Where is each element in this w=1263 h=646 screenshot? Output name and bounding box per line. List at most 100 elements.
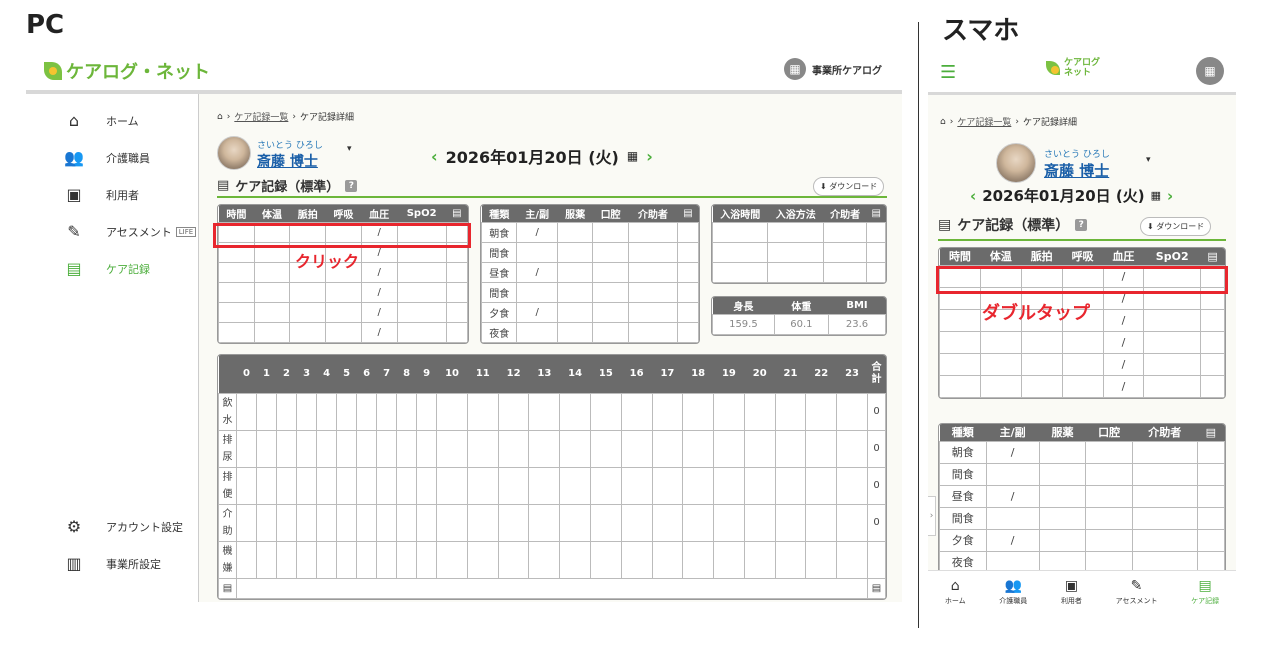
chevron-down-icon[interactable]: ▾: [347, 144, 352, 154]
hourly-cell[interactable]: [774, 392, 807, 431]
hourly-cell[interactable]: [235, 503, 258, 542]
hourly-cell[interactable]: [336, 466, 358, 505]
home-icon[interactable]: ⌂: [217, 112, 223, 122]
hourly-cell[interactable]: [836, 503, 868, 542]
hourly-cell[interactable]: [235, 392, 258, 431]
hourly-cell[interactable]: [436, 392, 468, 431]
hourly-cell[interactable]: [743, 429, 776, 468]
hourly-cell[interactable]: [356, 392, 378, 431]
hourly-cell[interactable]: [620, 466, 653, 505]
download-button[interactable]: ⬇ ダウンロード: [813, 177, 885, 196]
hourly-cell[interactable]: [528, 466, 561, 505]
hourly-cell[interactable]: [528, 429, 561, 468]
hourly-cell[interactable]: [774, 503, 807, 542]
hourly-cell[interactable]: [774, 429, 807, 468]
table-row[interactable]: 間食: [481, 241, 699, 263]
sidebar-item-care-record[interactable]: ▤ ケア記録: [26, 250, 198, 287]
hourly-cell[interactable]: [682, 503, 715, 542]
download-button[interactable]: ⬇ ダウンロード: [1140, 217, 1212, 236]
hourly-cell[interactable]: [235, 429, 258, 468]
chevron-down-icon[interactable]: ▾: [1146, 155, 1151, 165]
hourly-cell[interactable]: [276, 429, 298, 468]
memo-icon[interactable]: ▤: [1197, 424, 1225, 441]
hourly-cell[interactable]: [528, 540, 561, 579]
hourly-cell[interactable]: [396, 503, 418, 542]
table-row[interactable]: [712, 221, 886, 243]
hourly-cell[interactable]: [497, 429, 530, 468]
hourly-cell[interactable]: [497, 540, 530, 579]
table-row[interactable]: 159.5 60.1 23.6: [712, 313, 886, 335]
hourly-cell[interactable]: [620, 392, 653, 431]
hourly-cell[interactable]: [396, 429, 418, 468]
table-row[interactable]: 間食: [481, 281, 699, 303]
hourly-cell[interactable]: [336, 540, 358, 579]
hourly-cell[interactable]: [336, 503, 358, 542]
table-row[interactable]: 夕食 /: [939, 528, 1225, 552]
table-row[interactable]: /: [939, 374, 1225, 398]
sidebar-item-account-settings[interactable]: ⚙ アカウント設定: [26, 508, 198, 545]
memo-icon[interactable]: ▤: [218, 577, 237, 599]
hourly-cell[interactable]: [356, 429, 378, 468]
hourly-cell[interactable]: [774, 466, 807, 505]
sidebar-item-staff[interactable]: 👥 介護職員: [26, 139, 198, 176]
hourly-cell[interactable]: [296, 540, 318, 579]
hourly-cell[interactable]: [436, 503, 468, 542]
side-drawer-handle[interactable]: ›: [928, 496, 936, 536]
table-row[interactable]: /: [218, 301, 468, 323]
sidebar-item-assessment[interactable]: ✎ アセスメント LIFE: [26, 213, 198, 250]
hourly-cell[interactable]: [743, 466, 776, 505]
hourly-cell[interactable]: [316, 466, 338, 505]
hourly-cell[interactable]: [336, 429, 358, 468]
hourly-cell[interactable]: [805, 429, 838, 468]
hourly-cell[interactable]: [497, 503, 530, 542]
table-row[interactable]: 夕食 /: [481, 301, 699, 323]
hourly-cell[interactable]: [416, 466, 438, 505]
table-row[interactable]: 間食: [939, 506, 1225, 530]
table-row[interactable]: 昼食 /: [481, 261, 699, 283]
hourly-cell[interactable]: [713, 466, 745, 505]
hourly-cell[interactable]: [836, 429, 868, 468]
table-row[interactable]: 夜食: [481, 321, 699, 343]
hourly-cell[interactable]: [620, 540, 653, 579]
hourly-cell[interactable]: [396, 392, 418, 431]
hourly-cell[interactable]: [651, 540, 684, 579]
bottom-nav-assessment[interactable]: ✎ アセスメント: [1116, 578, 1158, 606]
hourly-cell[interactable]: [528, 503, 561, 542]
hourly-cell[interactable]: [713, 540, 745, 579]
hourly-cell[interactable]: [743, 540, 776, 579]
hourly-cell[interactable]: [276, 503, 298, 542]
hourly-cell[interactable]: [316, 540, 338, 579]
bottom-nav-staff[interactable]: 👥 介護職員: [999, 578, 1027, 606]
hourly-cell[interactable]: [836, 392, 868, 431]
hourly-cell[interactable]: [376, 540, 398, 579]
hourly-cell[interactable]: [256, 429, 278, 468]
sidebar-item-office-settings[interactable]: ▥ 事業所設定: [26, 545, 198, 582]
hourly-cell[interactable]: [682, 540, 715, 579]
memo-icon[interactable]: ▤: [866, 205, 886, 222]
hourly-cell[interactable]: [528, 392, 561, 431]
hamburger-icon[interactable]: ☰: [940, 62, 956, 83]
hourly-cell[interactable]: [743, 503, 776, 542]
bottom-nav-care-record[interactable]: ▤ ケア記録: [1191, 578, 1219, 606]
hourly-cell[interactable]: [774, 540, 807, 579]
memo-cell[interactable]: [236, 577, 868, 599]
hourly-cell[interactable]: [651, 429, 684, 468]
breadcrumb-link[interactable]: ケア記録一覧: [234, 110, 288, 123]
hourly-cell[interactable]: [316, 429, 338, 468]
hourly-cell[interactable]: [805, 503, 838, 542]
hourly-cell[interactable]: [713, 392, 745, 431]
hourly-cell[interactable]: [376, 466, 398, 505]
hourly-cell[interactable]: [416, 503, 438, 542]
hourly-cell[interactable]: [836, 540, 868, 579]
hourly-cell[interactable]: [376, 503, 398, 542]
table-row[interactable]: 朝食 /: [481, 221, 699, 243]
hourly-cell[interactable]: [356, 503, 378, 542]
person-selector[interactable]: さいとう ひろし 斎藤 博士: [1044, 147, 1110, 181]
hourly-cell[interactable]: [256, 466, 278, 505]
hourly-cell[interactable]: [651, 392, 684, 431]
memo-icon[interactable]: ▤: [1200, 248, 1225, 265]
bottom-nav-home[interactable]: ⌂ ホーム: [945, 578, 966, 606]
hourly-cell[interactable]: [559, 503, 591, 542]
hourly-cell[interactable]: [805, 392, 838, 431]
hourly-cell[interactable]: [396, 540, 418, 579]
